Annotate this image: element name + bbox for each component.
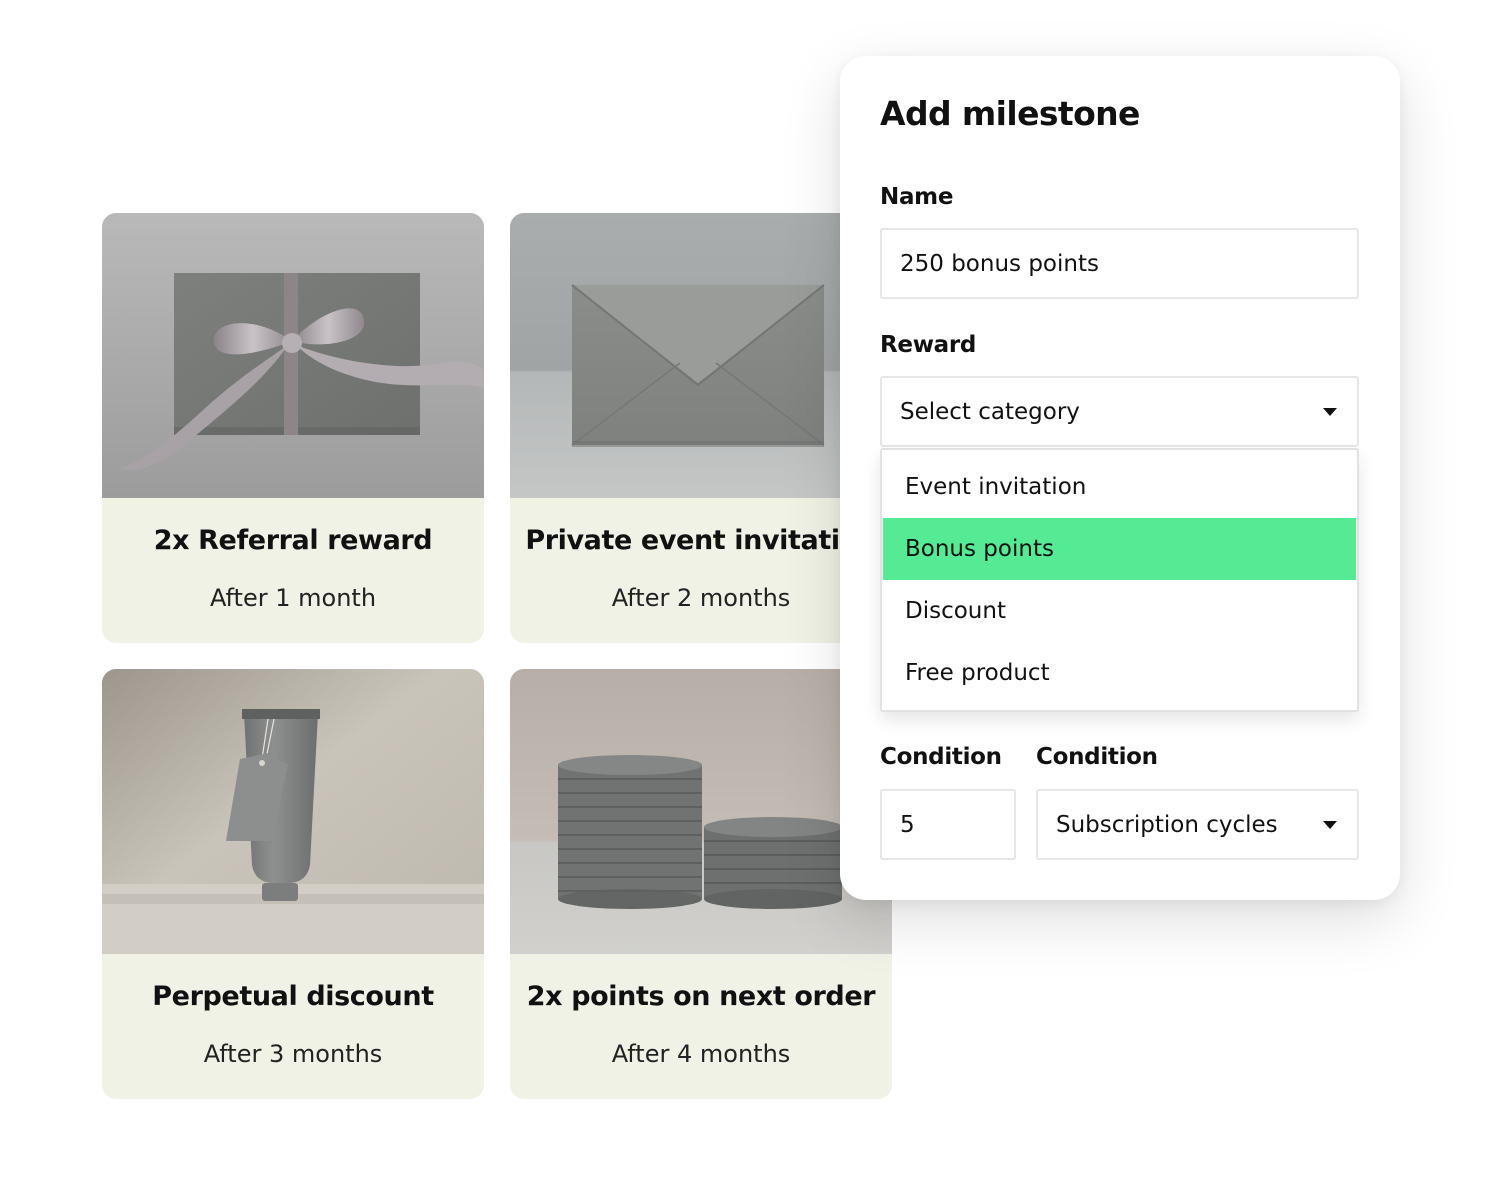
card-subtitle: After 2 months	[611, 584, 791, 612]
add-milestone-modal: Add milestone Name Reward Select categor…	[840, 56, 1400, 900]
card-title: Perpetual discount	[152, 981, 434, 1012]
condition-unit-select-value: Subscription cycles	[1056, 811, 1278, 838]
dropdown-option-bonus-points[interactable]: Bonus points	[883, 518, 1356, 580]
reward-card-perpetual-discount[interactable]: Perpetual discount After 3 months	[102, 669, 484, 1099]
caret-down-icon	[1323, 407, 1337, 416]
dropdown-option-event-invitation[interactable]: Event invitation	[883, 456, 1356, 518]
card-title: 2x Referral reward	[153, 525, 433, 556]
reward-card-referral[interactable]: 2x Referral reward After 1 month	[102, 213, 484, 643]
name-input[interactable]	[880, 228, 1359, 299]
tube-with-tag-image	[102, 669, 484, 954]
envelope-image	[510, 213, 892, 498]
card-title: 2x points on next order	[526, 981, 876, 1012]
condition-value-label: Condition	[880, 744, 1002, 770]
card-subtitle: After 1 month	[209, 584, 377, 612]
gift-envelope-image	[102, 213, 484, 498]
coin-stacks-image	[510, 669, 892, 954]
card-subtitle: After 4 months	[611, 1040, 791, 1068]
reward-card-private-event[interactable]: Private event invitation After 2 months	[510, 213, 892, 643]
reward-select[interactable]: Select category	[880, 376, 1359, 447]
condition-unit-select[interactable]: Subscription cycles	[1036, 789, 1359, 860]
condition-unit-label: Condition	[1036, 744, 1158, 770]
dropdown-option-discount[interactable]: Discount	[883, 580, 1356, 642]
caret-down-icon	[1323, 820, 1337, 829]
dropdown-option-free-product[interactable]: Free product	[883, 642, 1356, 704]
card-title: Private event invitation	[525, 525, 877, 556]
reward-dropdown-menu: Event invitation Bonus points Discount F…	[880, 448, 1359, 712]
name-label: Name	[880, 184, 954, 210]
modal-title: Add milestone	[880, 94, 1140, 133]
card-subtitle: After 3 months	[203, 1040, 383, 1068]
reward-label: Reward	[880, 332, 977, 358]
condition-value-input[interactable]	[880, 789, 1016, 860]
reward-select-value: Select category	[900, 398, 1080, 425]
reward-card-double-points[interactable]: 2x points on next order After 4 months	[510, 669, 892, 1099]
